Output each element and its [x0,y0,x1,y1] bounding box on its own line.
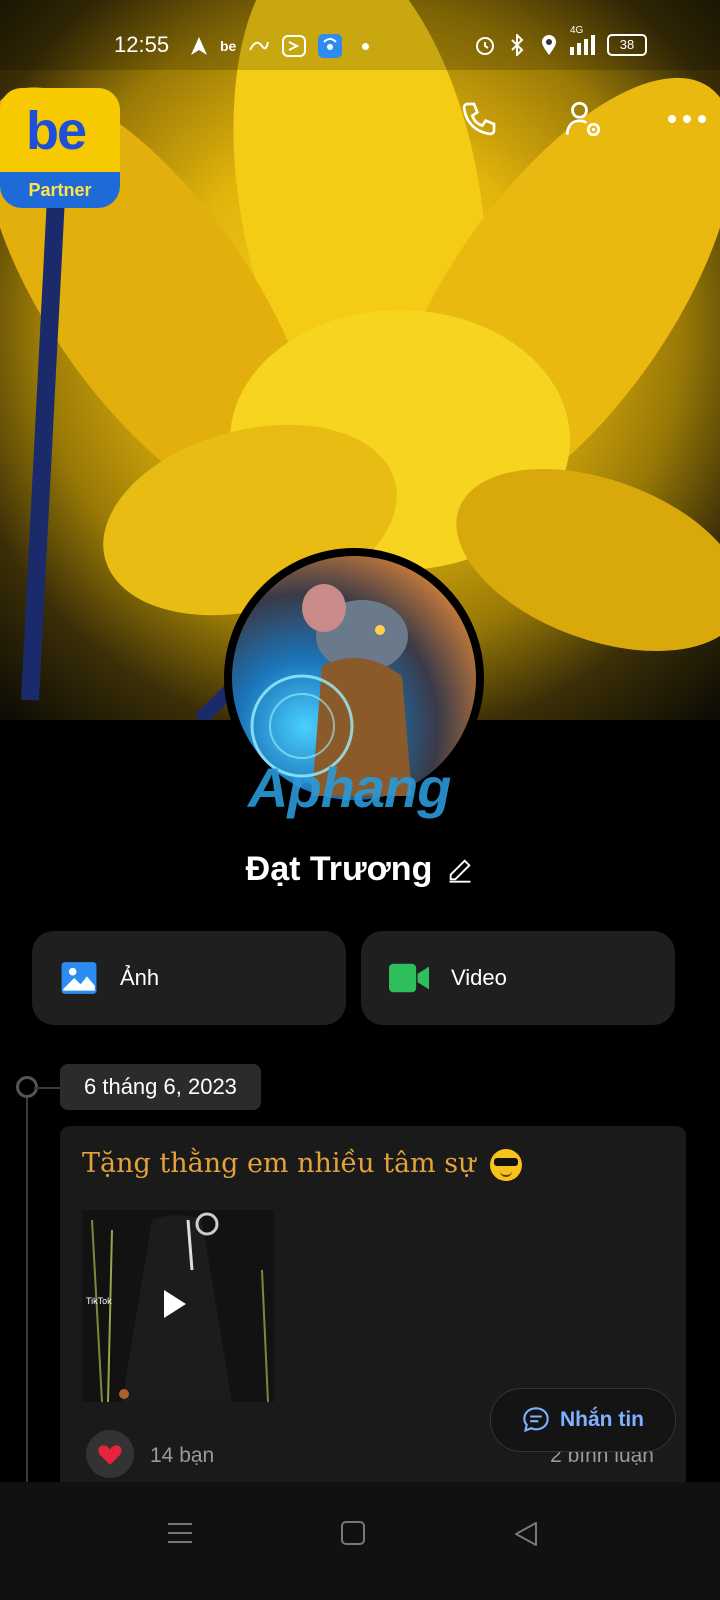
profile-name-row: Đạt Trương [0,850,720,889]
like-count[interactable]: 14 bạn [150,1444,214,1468]
user-settings-icon[interactable] [560,96,606,142]
avatar-watermark: Aphang [248,755,451,820]
message-button[interactable]: Nhắn tin [490,1388,676,1452]
zalo-notification-icon [282,35,307,57]
play-icon[interactable] [164,1290,186,1318]
network-type: 4G [570,25,584,36]
post-text: Tặng thằng em nhiều tâm sự [82,1148,476,1179]
signal-icon: 4G [570,25,595,55]
timeline-connector [34,1087,60,1089]
dot-icon [362,42,370,50]
header-actions [456,96,710,142]
be-partner-app-bubble[interactable]: be Partner [0,88,120,208]
photo-icon [61,962,97,994]
menu-icon[interactable] [166,1520,194,1546]
battery-icon: 38 [607,34,647,56]
alarm-icon [476,37,494,55]
be-notification-icon: be [220,38,237,54]
videos-button[interactable]: Video [361,931,675,1025]
videos-label: Video [451,965,507,990]
video-icon [389,963,429,993]
like-button[interactable] [86,1430,134,1478]
post-video-thumbnail[interactable]: TikTok [82,1210,274,1402]
bluetooth-icon [511,34,524,56]
post-text-row: Tặng thằng em nhiều tâm sự [82,1148,523,1181]
system-navigation-bar [0,1482,720,1600]
back-icon[interactable] [512,1520,540,1548]
navigation-icon [191,37,207,55]
app-notification-icon [249,41,270,51]
be-logo: be [26,101,87,161]
message-label: Nhắn tin [560,1408,644,1431]
battery-level: 38 [619,37,635,52]
be-partner-label: Partner [0,172,120,208]
timeline-date: 6 tháng 6, 2023 [60,1064,261,1110]
status-right-icons: 4G 38 [474,25,647,56]
status-left-icons: be [190,34,370,58]
photos-label: Ảnh [120,965,160,990]
heart-icon [98,1445,122,1465]
edit-name-icon[interactable] [446,856,474,884]
tiktok-watermark: TikTok [86,1296,112,1306]
profile-name: Đạt Trương [245,850,433,888]
status-bar: 12:55 be 4G 38 [0,0,720,70]
sunglasses-emoji-icon [490,1148,523,1181]
more-icon[interactable] [664,96,710,142]
home-icon[interactable] [340,1520,366,1546]
timeline-line [26,1088,28,1488]
location-icon [542,35,556,55]
wifi-hotspot-icon [318,34,343,58]
chat-icon [523,1407,549,1433]
phone-icon[interactable] [456,96,502,142]
photos-button[interactable]: Ảnh [32,931,346,1025]
status-time: 12:55 [114,32,170,57]
watermark-text: Aphang [248,756,451,819]
